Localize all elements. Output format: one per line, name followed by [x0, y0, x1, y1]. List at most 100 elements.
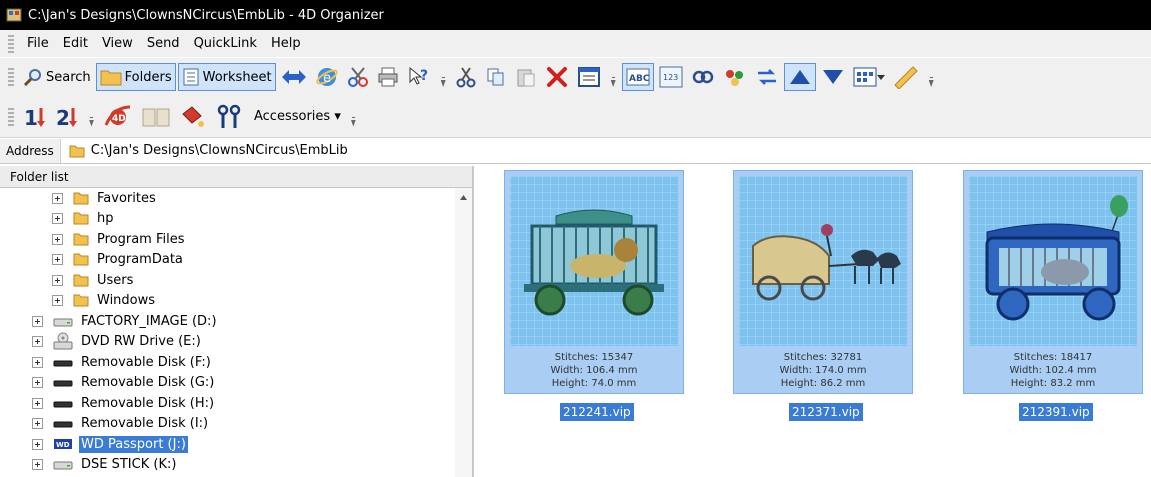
- menu-file[interactable]: File: [20, 34, 56, 53]
- expand-icon[interactable]: [52, 192, 63, 204]
- search-button[interactable]: Search: [20, 63, 94, 91]
- worksheet-icon: [183, 68, 199, 86]
- 4d-button[interactable]: 4D: [100, 103, 136, 131]
- expand-icon[interactable]: [32, 315, 43, 327]
- folder-list-scrollbar[interactable]: [455, 188, 472, 477]
- numbering-button[interactable]: 123: [656, 63, 686, 91]
- expand-icon[interactable]: [32, 458, 43, 470]
- help-pointer-button[interactable]: ?: [404, 63, 434, 91]
- tools-button[interactable]: [344, 63, 372, 91]
- design-filename[interactable]: 212241.vip: [560, 403, 634, 421]
- toolbar-overflow-1[interactable]: [440, 63, 448, 91]
- copy-icon: [487, 68, 504, 86]
- folder-tree: Favorites hp Program Files ProgramData U…: [0, 188, 472, 477]
- toolbar-grip[interactable]: [8, 68, 14, 86]
- tree-item-label: hp: [97, 210, 114, 226]
- tree-item-program-files[interactable]: Program Files: [52, 229, 187, 249]
- sort-1-button[interactable]: 1: [20, 103, 50, 131]
- move-up-button[interactable]: [783, 63, 816, 91]
- expand-icon[interactable]: [52, 274, 63, 286]
- tree-item-removable-h[interactable]: Removable Disk (H:): [32, 393, 216, 413]
- tree-item-label: Removable Disk (I:): [81, 415, 209, 431]
- tree-item-favorites[interactable]: Favorites: [52, 188, 158, 208]
- expand-icon[interactable]: [52, 212, 63, 224]
- sync-button[interactable]: [278, 63, 310, 91]
- toolbar-overflow-2[interactable]: [610, 63, 618, 91]
- design-thumbnail[interactable]: Stitches: 18417 Width: 102.4 mm Height: …: [963, 170, 1143, 394]
- expand-icon[interactable]: [52, 294, 63, 306]
- expand-icon[interactable]: [52, 253, 63, 265]
- folder-list-panel: Folder list Favorites hp Program Files P…: [0, 166, 474, 477]
- tree-item-windows[interactable]: Windows: [52, 290, 157, 310]
- expand-icon[interactable]: [32, 397, 43, 409]
- accessories-button[interactable]: Accessories ▾: [248, 103, 344, 131]
- cut-button[interactable]: [452, 63, 480, 91]
- tree-item-programdata[interactable]: ProgramData: [52, 249, 185, 269]
- design-height: Height: 83.2 mm: [1010, 378, 1096, 389]
- expand-icon[interactable]: [52, 233, 63, 245]
- toolbar-overflow-3[interactable]: [928, 63, 936, 91]
- worksheet-button[interactable]: Worksheet: [177, 63, 276, 91]
- spell-button[interactable]: ABC: [621, 63, 654, 91]
- scroll-up-arrow[interactable]: [460, 195, 467, 200]
- double-arrow-icon: [281, 70, 306, 84]
- tree-item-wd-passport[interactable]: WD WD Passport (J:): [32, 434, 188, 454]
- toolbar2-overflow-1[interactable]: [88, 103, 96, 131]
- tree-item-removable-i[interactable]: Removable Disk (I:): [32, 413, 210, 433]
- paint-button[interactable]: [176, 103, 210, 131]
- move-down-button[interactable]: [818, 63, 848, 91]
- address-input[interactable]: C:\Jan's Designs\ClownsNCircus\EmbLib: [91, 143, 348, 158]
- folder-icon: [69, 145, 85, 157]
- properties-button[interactable]: [574, 63, 604, 91]
- copy-button[interactable]: [482, 63, 510, 91]
- link-button[interactable]: [688, 63, 718, 91]
- color-button[interactable]: [720, 63, 750, 91]
- title-bar: C:\Jan's Designs\ClownsNCircus\EmbLib - …: [0, 0, 1151, 30]
- design-width: Width: 174.0 mm: [779, 365, 867, 376]
- tree-item-users[interactable]: Users: [52, 270, 135, 290]
- menu-quicklink[interactable]: QuickLink: [187, 34, 264, 53]
- expand-icon[interactable]: [32, 335, 43, 347]
- tree-item-removable-f[interactable]: Removable Disk (F:): [32, 352, 213, 372]
- expand-icon[interactable]: [32, 376, 43, 388]
- browser-button[interactable]: e: [312, 63, 342, 91]
- design-preview: [969, 176, 1137, 346]
- design-preview: [510, 176, 678, 346]
- book-icon: [142, 108, 170, 126]
- tree-item-factory-image[interactable]: FACTORY_IMAGE (D:): [32, 311, 219, 331]
- wrench-button[interactable]: [212, 103, 246, 131]
- expand-icon[interactable]: [32, 417, 43, 429]
- menu-view[interactable]: View: [95, 34, 140, 53]
- accessories-label: Accessories ▾: [254, 109, 341, 124]
- expand-icon[interactable]: [32, 438, 43, 450]
- design-thumbnail[interactable]: Stitches: 32781 Width: 174.0 mm Height: …: [733, 170, 913, 394]
- toolbar2-grip[interactable]: [8, 107, 14, 126]
- design-filename[interactable]: 212371.vip: [789, 403, 863, 421]
- print-button[interactable]: [374, 63, 402, 91]
- catalog-button[interactable]: [138, 103, 174, 131]
- tree-item-dvd-drive[interactable]: DVD RW Drive (E:): [32, 331, 203, 351]
- delete-button[interactable]: [542, 63, 572, 91]
- menu-bar: File Edit View Send QuickLink Help: [0, 30, 1151, 58]
- measure-button[interactable]: [890, 63, 922, 91]
- window-title: C:\Jan's Designs\ClownsNCircus\EmbLib - …: [28, 7, 384, 23]
- view-mode-button[interactable]: [850, 63, 888, 91]
- menu-send[interactable]: Send: [140, 34, 187, 53]
- design-thumbnail[interactable]: Stitches: 15347 Width: 106.4 mm Height: …: [504, 170, 684, 394]
- app-icon: [6, 8, 22, 22]
- design-filename[interactable]: 212391.vip: [1019, 403, 1093, 421]
- expand-icon[interactable]: [32, 356, 43, 368]
- tree-item-dse-stick[interactable]: DSE STICK (K:): [32, 454, 178, 474]
- tree-item-hp[interactable]: hp: [52, 208, 116, 228]
- folder-icon: [73, 274, 89, 287]
- menu-grip[interactable]: [8, 34, 14, 53]
- tree-item-removable-g[interactable]: Removable Disk (G:): [32, 372, 216, 392]
- toolbar2-overflow-2[interactable]: [350, 103, 358, 131]
- menu-edit[interactable]: Edit: [56, 34, 95, 53]
- paste-button[interactable]: [512, 63, 540, 91]
- folders-button[interactable]: Folders: [95, 63, 176, 91]
- sort-2-button[interactable]: 2: [52, 103, 82, 131]
- menu-help[interactable]: Help: [264, 34, 308, 53]
- tree-item-label: WD Passport (J:): [79, 435, 188, 453]
- swap-button[interactable]: [752, 63, 782, 91]
